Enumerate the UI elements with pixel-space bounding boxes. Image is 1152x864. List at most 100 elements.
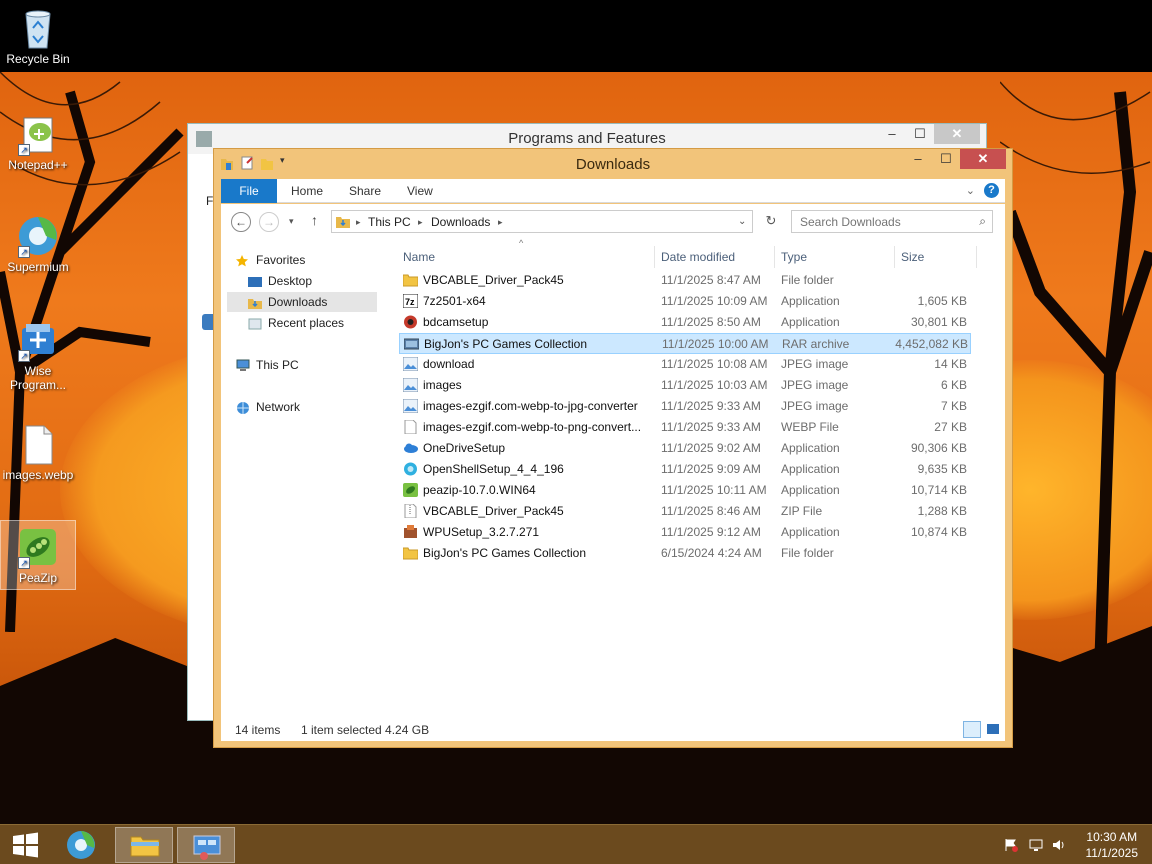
nav-this-pc[interactable]: This PC: [235, 355, 389, 375]
search-box[interactable]: ⌕: [791, 210, 993, 233]
network-tray-icon[interactable]: [1028, 837, 1044, 853]
file-size: 9,635 KB: [917, 462, 967, 476]
taskbar-clock[interactable]: 10:30 AM 11/1/2025: [1086, 829, 1139, 861]
peazip-icon: [403, 483, 418, 497]
file-row[interactable]: images 11/1/2025 10:03 AM JPEG image 6 KB: [399, 375, 971, 396]
breadcrumb-this-pc[interactable]: This PC: [368, 215, 411, 229]
volume-icon[interactable]: [1051, 837, 1067, 853]
file-name: 7z2501-x64: [423, 294, 486, 308]
file-row[interactable]: WPUSetup_3.2.7.271 11/1/2025 9:12 AM Appli…: [399, 522, 971, 543]
taskbar-supermium[interactable]: [52, 827, 110, 863]
file-row[interactable]: OneDriveSetup 11/1/2025 9:02 AM Applicatio…: [399, 438, 971, 459]
file-date-modified: 11/1/2025 10:11 AM: [661, 483, 767, 497]
7zip-icon: 7z: [403, 294, 418, 308]
recent-locations-chevron-icon[interactable]: ▾: [289, 216, 294, 227]
column-header-type[interactable]: Type: [777, 246, 895, 268]
file-row[interactable]: BigJon's PC Games Collection 6/15/2024 4:…: [399, 543, 971, 564]
large-icons-view-button[interactable]: [985, 721, 1001, 738]
downloads-folder-icon: [247, 296, 263, 310]
maximize-button[interactable]: ☐: [906, 124, 934, 144]
file-type: RAR archive: [782, 337, 850, 351]
nav-downloads[interactable]: Downloads: [227, 292, 377, 312]
file-date-modified: 11/1/2025 8:46 AM: [661, 504, 761, 518]
taskbar: 10:30 AM 11/1/2025: [0, 824, 1152, 864]
file-type: Application: [781, 462, 840, 476]
network-icon: [235, 401, 251, 415]
start-button[interactable]: [2, 827, 48, 863]
explorer-window[interactable]: ▾ Downloads – ☐ ✕ File Home Share View ⌄…: [213, 148, 1013, 748]
window-controls: – ☐ ✕: [878, 124, 980, 144]
status-bar: 14 items 1 item selected 4.24 GB: [221, 718, 1005, 741]
taskbar-control-panel[interactable]: [177, 827, 235, 863]
minimize-button[interactable]: –: [878, 124, 906, 144]
refresh-icon[interactable]: ↻: [761, 213, 781, 231]
desktop-icon-label: Recycle Bin: [6, 52, 70, 66]
tab-file[interactable]: File: [221, 179, 277, 203]
minimize-button[interactable]: –: [904, 149, 932, 169]
desktop-icon-notepad-plus-plus[interactable]: ↗ Notepad++: [0, 112, 76, 172]
file-name: WPUSetup_3.2.7.271: [423, 525, 540, 539]
column-header-size[interactable]: Size: [897, 246, 977, 268]
file-type: JPEG image: [781, 378, 849, 392]
shortcut-arrow-icon: ↗: [18, 350, 30, 362]
window-titlebar[interactable]: ▾ Downloads – ☐ ✕: [214, 149, 1012, 179]
taskbar-file-explorer[interactable]: [115, 827, 173, 863]
file-row[interactable]: bdcamsetup 11/1/2025 8:50 AM Application 30…: [399, 312, 971, 333]
file-list: ^ Name Date modified Type Size VBCABLE_D…: [395, 238, 1005, 718]
close-button[interactable]: ✕: [934, 124, 980, 144]
svg-text:7z: 7z: [405, 297, 415, 307]
file-row[interactable]: images-ezgif.com-webp-to-jpg-converter 11…: [399, 396, 971, 417]
address-dropdown-chevron-icon[interactable]: ⌄: [738, 216, 746, 227]
file-row[interactable]: 7z 7z2501-x64 11/1/2025 10:09 AM Applicatio…: [399, 291, 971, 312]
nav-label: Recent places: [268, 316, 345, 330]
file-explorer-icon: [130, 836, 160, 857]
back-button[interactable]: ←: [231, 212, 251, 232]
desktop-icon-peazip[interactable]: ↗ PeaZip: [0, 520, 76, 590]
file-date-modified: 11/1/2025 10:00 AM: [662, 337, 769, 351]
desktop-icon-wise-program-uninstaller[interactable]: ↗ Wise Program...: [0, 318, 76, 392]
file-row[interactable]: download 11/1/2025 10:08 AM JPEG image 14 K…: [399, 354, 971, 375]
file-date-modified: 6/15/2024 4:24 AM: [661, 546, 762, 560]
nav-desktop[interactable]: Desktop: [247, 271, 377, 291]
file-size: 90,306 KB: [910, 441, 967, 455]
desktop-icon-images-webp[interactable]: images.webp: [0, 422, 76, 482]
nav-favorites[interactable]: Favorites: [235, 250, 389, 270]
details-view-button[interactable]: [963, 721, 981, 738]
file-date-modified: 11/1/2025 8:47 AM: [661, 273, 761, 287]
clock-date: 11/1/2025: [1085, 846, 1139, 860]
help-icon[interactable]: ?: [984, 183, 999, 198]
column-header-date-modified[interactable]: Date modified: [657, 246, 775, 268]
close-button[interactable]: ✕: [960, 149, 1006, 169]
tab-share[interactable]: Share: [337, 179, 393, 203]
desktop-icon-supermium[interactable]: ↗ Supermium: [0, 214, 76, 274]
action-center-flag-icon[interactable]: [1003, 837, 1019, 853]
file-name: OneDriveSetup: [423, 441, 506, 455]
ribbon-expand-chevron-icon[interactable]: ⌄: [966, 184, 975, 197]
address-bar[interactable]: ▸ This PC ▸ Downloads ▸ ⌄: [331, 210, 753, 233]
nav-recent-places[interactable]: Recent places: [247, 313, 377, 333]
rar-archive-icon: [404, 337, 419, 351]
maximize-button[interactable]: ☐: [932, 149, 960, 169]
search-icon[interactable]: ⌕: [979, 214, 986, 229]
file-name: OpenShellSetup_4_4_196: [423, 462, 564, 476]
supermium-browser-icon: [67, 831, 95, 859]
forward-button[interactable]: →: [259, 212, 279, 232]
file-row[interactable]: VBCABLE_Driver_Pack45 11/1/2025 8:47 AM Fi…: [399, 270, 971, 291]
desktop-icon-recycle-bin[interactable]: Recycle Bin: [0, 6, 76, 66]
nav-network[interactable]: Network: [235, 397, 389, 417]
breadcrumb-downloads[interactable]: Downloads: [431, 215, 490, 229]
file-row[interactable]: OpenShellSetup_4_4_196 11/1/2025 9:09 AM A…: [399, 459, 971, 480]
file-row[interactable]: peazip-10.7.0.WIN64 11/1/2025 10:11 AM App…: [399, 480, 971, 501]
file-row[interactable]: BigJon's PC Games Collection 11/1/2025 10…: [399, 333, 971, 354]
file-size: 30,801 KB: [910, 315, 967, 329]
file-row[interactable]: VBCABLE_Driver_Pack45 11/1/2025 8:46 AM ZI…: [399, 501, 971, 522]
column-header-name[interactable]: Name: [399, 246, 655, 268]
file-size: 1,605 KB: [917, 294, 967, 308]
tab-view[interactable]: View: [395, 179, 445, 203]
breadcrumb-separator-icon: ▸: [356, 217, 361, 227]
up-arrow-icon[interactable]: ↑: [311, 212, 318, 228]
peazip-icon: ↗: [16, 525, 60, 569]
search-input[interactable]: [792, 211, 962, 232]
tab-home[interactable]: Home: [279, 179, 335, 203]
file-row[interactable]: images-ezgif.com-webp-to-png-convert... 1…: [399, 417, 971, 438]
